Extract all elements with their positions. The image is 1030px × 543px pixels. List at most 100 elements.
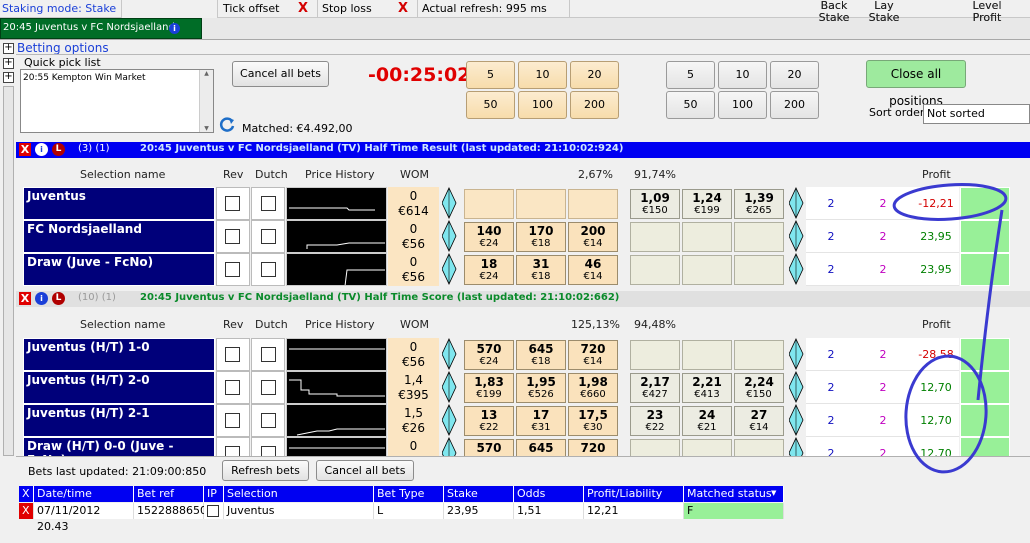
lay-stake-button[interactable]: 20 [770,61,819,89]
dutch-checkbox[interactable] [261,380,276,395]
bets-grid-header[interactable]: Profit/Liability [584,486,684,502]
back-price-button[interactable] [464,189,514,219]
lay-price-button[interactable] [682,222,732,252]
lay-stake-button[interactable]: 100 [718,91,767,119]
lay-stake-button[interactable]: 200 [770,91,819,119]
lay-stake-value[interactable]: 2 [868,414,898,427]
back-price-button[interactable]: 46 €14 [568,255,618,285]
lay-price-button[interactable]: 1,39 €265 [734,189,784,219]
bets-grid-header[interactable]: Date/time [34,486,134,502]
refresh-icon[interactable] [218,116,236,134]
lay-price-button[interactable]: 2,21 €413 [682,373,732,403]
back-price-button[interactable]: 31 €18 [516,255,566,285]
expand-quick-pick-icon[interactable]: + [3,58,14,69]
selection-name[interactable]: Juventus (H/T) 1-0 [23,338,215,371]
market2-info-icon[interactable]: i [35,292,48,305]
lay-price-button[interactable]: 23 €22 [630,406,680,436]
back-stake-button[interactable]: 5 [466,61,515,89]
scroll-up-arrow-icon[interactable]: ▲ [200,70,213,77]
lay-stake-button[interactable]: 10 [718,61,767,89]
quick-pick-list[interactable]: 20:55 Kempton Win Market ▲ ▼ [20,69,214,133]
lay-stake-button[interactable]: 50 [666,91,715,119]
lay-stake-value[interactable]: 2 [868,263,898,276]
dutch-checkbox[interactable] [261,196,276,211]
rev-checkbox[interactable] [225,413,240,428]
back-stake-button[interactable]: 100 [518,91,567,119]
selection-name[interactable]: Juventus (H/T) 2-1 [23,404,215,437]
cancel-all-bets-button[interactable]: Cancel all bets [232,61,329,87]
back-price-button[interactable] [568,189,618,219]
lay-price-button[interactable]: 27 €14 [734,406,784,436]
market-tab[interactable]: 20:45 Juventus v FC Nordsjaelland i [0,18,202,39]
rev-checkbox[interactable] [225,380,240,395]
sort-order-select[interactable]: Not sorted [923,104,1030,124]
tick-offset-cell[interactable]: Tick offset X [218,0,318,18]
stop-loss-cell[interactable]: Stop loss X [318,0,418,18]
lay-price-button[interactable] [734,255,784,285]
back-price-button[interactable]: 170 €18 [516,222,566,252]
bets-grid-header[interactable]: X [19,486,34,502]
back-arrow-icon[interactable] [441,187,457,219]
bets-grid-header[interactable]: Bet ref [134,486,204,502]
lay-stake-button[interactable]: 5 [666,61,715,89]
back-arrow-icon[interactable] [441,338,457,370]
back-price-button[interactable]: 1,95 €526 [516,373,566,403]
bets-grid-cell[interactable]: X [19,503,34,519]
market2-header-bar[interactable]: X i L (10) (1) 20:45 Juventus v FC Nords… [16,291,1030,307]
lay-arrow-icon[interactable] [788,220,804,252]
rev-checkbox[interactable] [225,347,240,362]
quick-pick-scrollbar[interactable]: ▲ ▼ [199,70,213,132]
lay-price-button[interactable]: 24 €21 [682,406,732,436]
back-price-button[interactable]: 13 €22 [464,406,514,436]
back-price-button[interactable]: 200 €14 [568,222,618,252]
bets-grid-header[interactable]: IP [204,486,224,502]
lay-stake-value[interactable]: 2 [868,348,898,361]
lay-price-button[interactable]: 2,24 €150 [734,373,784,403]
betting-options-label[interactable]: Betting options [17,41,109,55]
ip-checkbox[interactable] [207,505,219,517]
lay-price-button[interactable] [682,340,732,370]
dutch-checkbox[interactable] [261,229,276,244]
selection-name[interactable]: FC Nordsjaelland [23,220,215,253]
lay-price-button[interactable] [630,255,680,285]
back-stake-value[interactable]: 2 [816,381,846,394]
bets-grid-header[interactable]: Stake [444,486,514,502]
back-price-button[interactable]: 17,5 €30 [568,406,618,436]
selection-name[interactable]: Juventus (H/T) 2-0 [23,371,215,404]
back-stake-value[interactable]: 2 [816,414,846,427]
bets-grid-header[interactable]: Odds [514,486,584,502]
info-icon[interactable]: i [169,23,180,34]
rev-checkbox[interactable] [225,262,240,277]
lay-price-button[interactable] [630,340,680,370]
lay-price-button[interactable]: 2,17 €427 [630,373,680,403]
back-stake-button[interactable]: 50 [466,91,515,119]
back-arrow-icon[interactable] [441,253,457,285]
back-price-button[interactable]: 570 €24 [464,340,514,370]
level-profit-cell[interactable] [960,404,1010,437]
refresh-bets-button[interactable]: Refresh bets [222,460,309,481]
bets-grid-header[interactable]: Selection [224,486,374,502]
filter-dropdown-icon[interactable]: ▼ [771,489,776,497]
stop-loss-x-icon[interactable]: X [398,0,408,18]
market2-close-icon[interactable]: X [19,292,31,305]
back-stake-value[interactable]: 2 [816,348,846,361]
lay-price-button[interactable]: 1,09 €150 [630,189,680,219]
dutch-checkbox[interactable] [261,262,276,277]
back-stake-button[interactable]: 10 [518,61,567,89]
back-price-button[interactable] [516,189,566,219]
lay-price-button[interactable] [734,340,784,370]
bets-grid-header[interactable]: Bet Type [374,486,444,502]
staking-mode-label[interactable]: Staking mode: Stake [0,0,122,18]
market1-lock-icon[interactable]: L [52,143,65,156]
lay-price-button[interactable] [734,222,784,252]
back-price-button[interactable]: 1,83 €199 [464,373,514,403]
back-arrow-icon[interactable] [441,404,457,436]
quick-pick-item[interactable]: 20:55 Kempton Win Market [21,70,213,86]
dutch-checkbox[interactable] [261,347,276,362]
market1-close-icon[interactable]: X [19,143,31,156]
lay-arrow-icon[interactable] [788,404,804,436]
back-price-button[interactable]: 645 €18 [516,340,566,370]
expand-icon[interactable]: + [3,72,14,83]
market1-info-icon[interactable]: i [35,143,48,156]
back-stake-value[interactable]: 2 [816,263,846,276]
